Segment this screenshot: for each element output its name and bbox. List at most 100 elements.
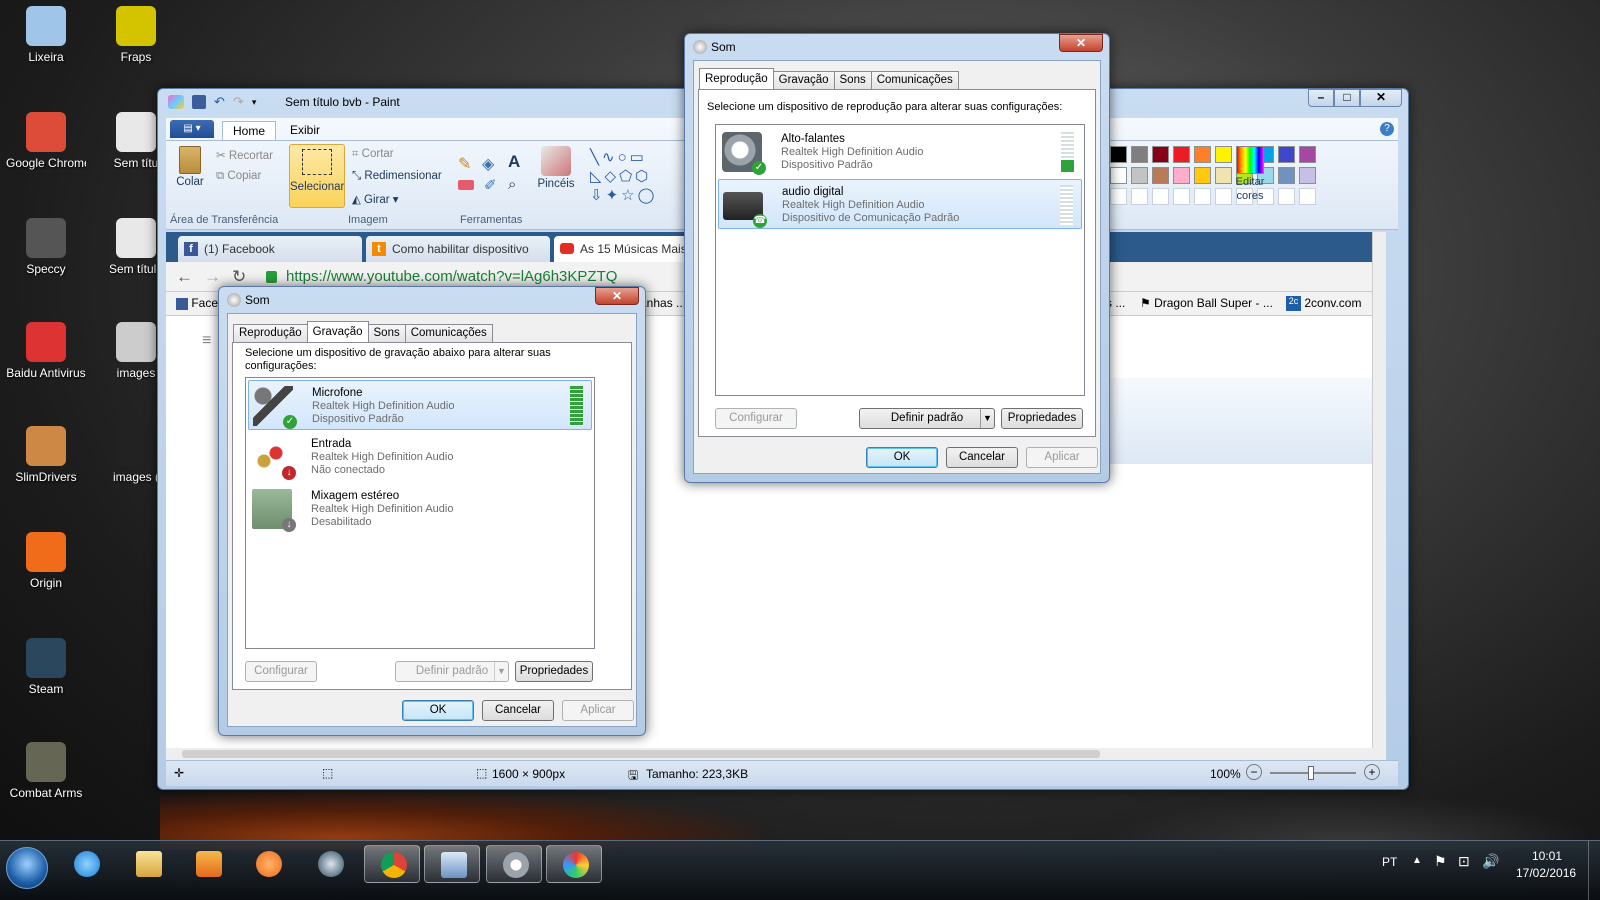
device-digital-audio[interactable]: ☎ audio digital Realtek High Definition … [718,179,1082,229]
redo-icon[interactable]: ↷ [233,95,244,109]
minimize-button[interactable]: – [1308,89,1334,107]
clock-date[interactable]: 17/02/2016 [1516,866,1576,880]
language-indicator[interactable]: PT [1382,855,1397,869]
back-icon[interactable]: ← [176,267,193,287]
color-picker-icon[interactable]: ✐ [484,176,497,194]
dialog-close-button[interactable]: ✕ [1059,34,1103,52]
tab-playback[interactable]: Reprodução [233,324,308,342]
color-swatch[interactable] [1278,146,1295,163]
tab-playback[interactable]: Reprodução [699,68,774,89]
select-button[interactable]: Selecionar [289,144,345,208]
tab-communications[interactable]: Comunicações [870,71,959,89]
color-swatch[interactable] [1152,167,1169,184]
taskbar-origin[interactable] [240,845,296,883]
taskbar-chrome[interactable] [364,845,420,883]
pencil-icon[interactable]: ✎ [458,154,471,174]
ok-button[interactable]: OK [402,700,474,721]
tab-sounds[interactable]: Sons [367,324,406,342]
desktop-icon-11[interactable]: Origin [6,532,86,590]
url-field[interactable]: https://www.youtube.com/watch?v=lAg6h3KP… [286,268,617,285]
set-default-button[interactable]: Definir padrão ▼ [859,408,995,429]
tab-recording[interactable]: Gravação [306,321,369,342]
color-swatch[interactable] [1173,146,1190,163]
cut-button[interactable]: ✂ Recortar [216,148,273,162]
set-default-button[interactable]: Definir padrão ▼ [395,661,509,682]
properties-button[interactable]: Propriedades [515,661,593,682]
dialog-titlebar[interactable]: Som [219,287,645,313]
ok-button[interactable]: OK [866,447,938,468]
color-swatch[interactable] [1152,146,1169,163]
show-desktop-button[interactable] [1588,841,1600,900]
desktop-icon-3[interactable]: Google Chrome [6,112,86,170]
forward-icon[interactable]: → [204,267,221,287]
properties-button[interactable]: Propriedades [1001,408,1083,429]
crop-button[interactable]: ⌗ Cortar [352,148,394,161]
taskbar-media-player[interactable] [180,845,236,883]
configure-button[interactable]: Configurar [245,661,317,682]
paint-app-icon[interactable] [168,95,184,109]
color-swatch[interactable] [1131,146,1148,163]
bookmark-dragon-ball[interactable]: ⚑ Dragon Ball Super - ... [1140,296,1273,310]
zoom-slider[interactable] [1270,766,1356,780]
desktop-icon-9[interactable]: SlimDrivers [6,426,86,484]
color-swatch[interactable] [1299,167,1316,184]
color-swatch[interactable] [1173,167,1190,184]
maximize-button[interactable]: □ [1334,89,1360,107]
empty-swatch[interactable] [1110,188,1127,205]
color-swatch[interactable] [1131,167,1148,184]
cancel-button[interactable]: Cancelar [946,447,1018,468]
taskbar-control-panel[interactable] [424,845,480,883]
edit-colors-button[interactable]: Editar cores [1230,146,1270,202]
zoom-out-button[interactable]: − [1246,764,1262,780]
network-icon[interactable]: ⊡ [1458,853,1470,870]
customize-qat-icon[interactable]: ▾ [252,95,257,109]
paste-button[interactable]: Colar [172,146,208,206]
set-default-dropdown-icon[interactable]: ▼ [494,662,508,681]
apply-button[interactable]: Aplicar [1026,447,1098,468]
reload-icon[interactable]: ↻ [232,267,246,287]
copy-button[interactable]: ⧉ Copiar [216,170,261,183]
undo-icon[interactable]: ↶ [214,95,225,109]
taskbar-explorer[interactable] [120,845,176,883]
close-button[interactable]: ✕ [1360,89,1402,107]
file-menu-button[interactable]: ▤ ▾ [170,120,214,138]
browser-tab-youtube[interactable]: As 15 Músicas Mais [554,236,694,262]
taskbar-steam[interactable] [302,845,358,883]
start-button[interactable] [6,847,48,889]
desktop-icon-5[interactable]: Speccy [6,218,86,276]
text-icon[interactable]: A [508,152,520,172]
color-swatch[interactable] [1299,146,1316,163]
action-center-icon[interactable]: ⚑ [1434,853,1447,870]
taskbar-sound[interactable] [486,845,542,883]
bookmark-anhas[interactable]: anhas ... [640,296,686,310]
magnifier-icon[interactable]: ⌕ [508,176,516,193]
empty-swatch[interactable] [1131,188,1148,205]
empty-swatch[interactable] [1278,188,1295,205]
vertical-scrollbar[interactable] [1372,232,1386,752]
device-line-in[interactable]: ↓ Entrada Realtek High Definition Audio N… [248,432,592,482]
device-microphone[interactable]: ✓ Microfone Realtek High Definition Audi… [248,380,592,430]
taskbar-ie[interactable] [58,845,114,883]
taskbar-paint[interactable] [546,845,602,883]
tab-home[interactable]: Home [222,121,277,140]
resize-button[interactable]: ⤡ Redimensionar [352,170,442,183]
color-swatch[interactable] [1194,146,1211,163]
set-default-dropdown-icon[interactable]: ▼ [980,409,994,428]
dialog-titlebar[interactable]: Som [685,34,1109,60]
color-swatch[interactable] [1278,167,1295,184]
cancel-button[interactable]: Cancelar [482,700,554,721]
save-icon[interactable] [192,95,206,109]
color-swatch[interactable] [1194,167,1211,184]
desktop-icon-13[interactable]: Combat Arms [6,742,86,800]
clock-time[interactable]: 10:01 [1532,849,1562,863]
tab-view[interactable]: Exibir [280,121,330,139]
color-swatch[interactable] [1110,167,1127,184]
tab-recording[interactable]: Gravação [772,71,835,89]
color-swatch[interactable] [1110,146,1127,163]
eraser-icon[interactable] [458,180,474,190]
empty-swatch[interactable] [1194,188,1211,205]
fill-icon[interactable]: ◈ [482,154,494,174]
browser-tab-facebook[interactable]: f (1) Facebook [178,236,362,262]
empty-swatch[interactable] [1173,188,1190,205]
horizontal-scrollbar[interactable] [166,748,1386,760]
